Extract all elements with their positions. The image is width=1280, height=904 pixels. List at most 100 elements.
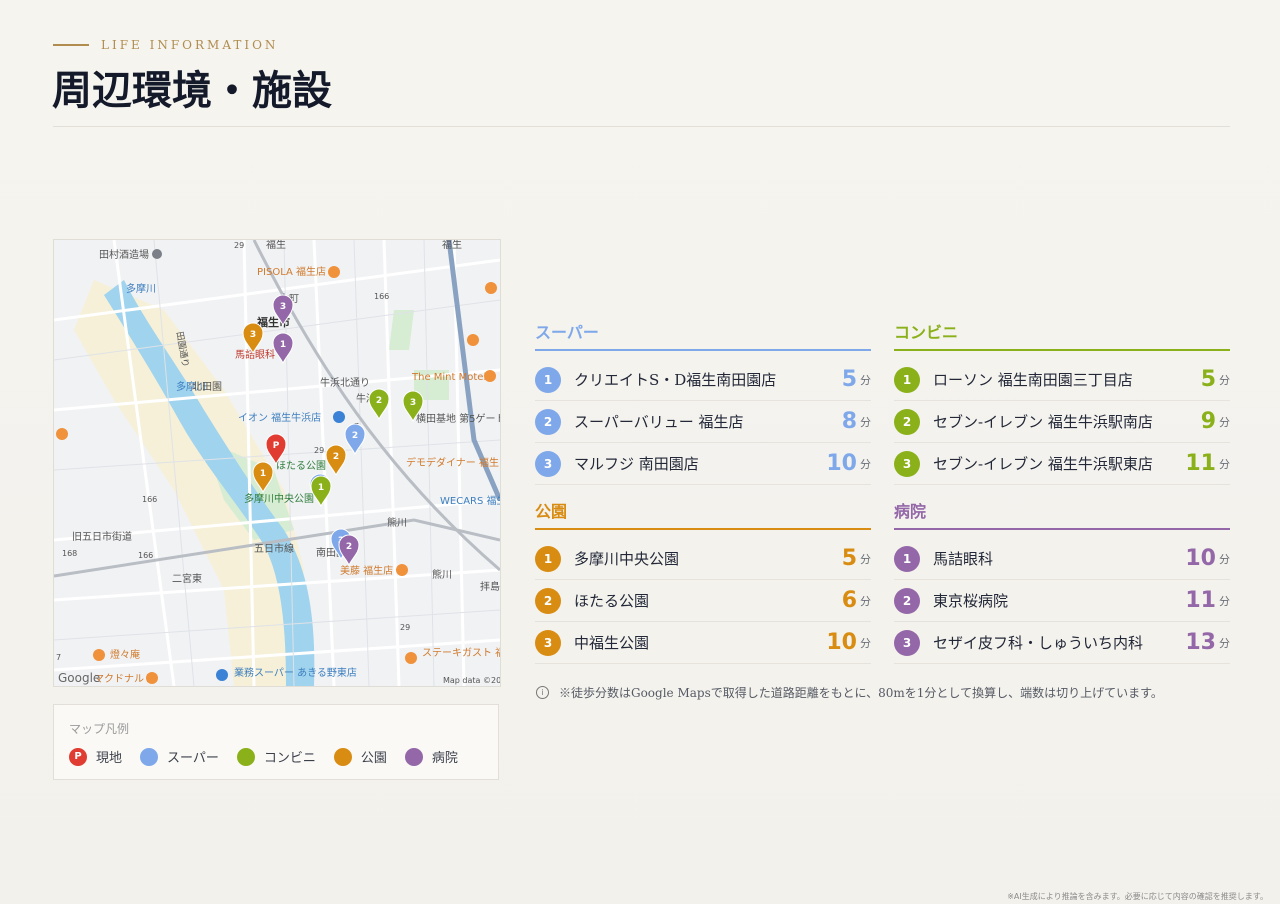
map-canvas[interactable]: 田村酒造場 福生 福生 PISOLA 福生店 本町 福生市 多摩川 多摩川 北田… [54, 240, 500, 686]
section-label-text: LIFE INFORMATION [101, 38, 279, 52]
map-label: 美藤 福生店 [340, 564, 393, 577]
walk-minutes: 11 [1185, 451, 1216, 476]
map-view[interactable]: 田村酒造場 福生 福生 PISOLA 福生店 本町 福生市 多摩川 多摩川 北田… [53, 239, 501, 687]
facility-row: 2 ほたる公園 6 分 [535, 580, 871, 622]
category-spacer [535, 351, 871, 359]
google-logo: Google [58, 671, 100, 685]
facility-name: セブン-イレブン 福生牛浜駅東店 [933, 455, 1153, 473]
map-label: ほたる公園 [276, 460, 326, 472]
map-label: 業務スーパー あきる野東店 [234, 666, 357, 679]
facility-number-badge: 1 [894, 545, 920, 572]
facility-number-badge: 1 [535, 366, 561, 393]
facility-name: 多摩川中央公園 [574, 550, 680, 568]
map-label: イオン 福生牛浜店 [238, 411, 321, 424]
facility-name: セザイ皮フ科・しゅういち内科 [933, 634, 1144, 652]
walk-minutes: 13 [1185, 630, 1216, 655]
facility-number-badge: 3 [535, 629, 561, 656]
minutes-unit: 分 [860, 457, 871, 471]
facility-row: 1 ローソン 福生南田園三丁目店 5 分 [894, 359, 1230, 401]
walk-minutes: 10 [1185, 546, 1216, 571]
map-label: The Mint Motel [411, 372, 486, 383]
facility-row: 1 クリエイトS・D福生南田園店 5 分 [535, 359, 871, 401]
facility-name: スーパーバリュー 福生店 [574, 413, 744, 431]
facility-row: 2 東京桜病院 11 分 [894, 580, 1230, 622]
hotel-icon [484, 370, 496, 382]
title-divider [53, 126, 1230, 127]
map-label: 熊川 [432, 568, 452, 581]
marker-label: 2 [352, 431, 358, 441]
marker-label: 2 [346, 542, 352, 552]
legend-title: マップ凡例 [69, 722, 130, 736]
minutes-unit: 分 [860, 552, 871, 566]
legend-dot-icon [333, 747, 352, 766]
map-label: 拝島 [480, 580, 500, 593]
info-icon: i [536, 686, 549, 699]
map-label: 五日市線 [254, 542, 294, 555]
legend-label: 公園 [360, 751, 387, 766]
legend-item-current: P 現地 [69, 747, 122, 766]
category-title: スーパー [535, 319, 871, 351]
walk-minutes: 5 [1200, 367, 1216, 392]
map-label: 多摩川 [126, 282, 156, 295]
restaurant-icon [93, 649, 105, 661]
map-label: 福生 [266, 240, 286, 251]
minutes-unit: 分 [860, 373, 871, 387]
legend-dot-icon [140, 747, 159, 766]
marker-label: 1 [260, 469, 266, 479]
minutes-unit: 分 [1219, 415, 1230, 429]
facility-number-badge: 2 [894, 587, 920, 614]
map-attribution: Map data ©2026 [443, 676, 500, 685]
restaurant-icon [485, 282, 497, 294]
facility-number-badge: 2 [535, 408, 561, 435]
note-text: ※徒歩分数はGoogle Mapsで取得した道路距離をもとに、80mを1分として… [559, 686, 1163, 700]
legend-label: 病院 [431, 751, 458, 766]
facility-row: 2 セブン-イレブン 福生牛浜駅南店 9 分 [894, 401, 1230, 443]
map-label: デモデダイナー 福生 [406, 456, 499, 469]
facility-number-badge: 3 [535, 450, 561, 477]
category-conveni: コンビニ 1 ローソン 福生南田園三丁目店 5 分 2 セブン-イレブン 福生牛浜駅南店 9 分… [894, 319, 1230, 485]
label-line [53, 44, 89, 46]
road-shield: 7 [56, 653, 61, 662]
map-legend: マップ凡例 P 現地 スーパー コンビニ 公園 病院 [53, 704, 499, 780]
legend-items: P 現地 スーパー コンビニ 公園 病院 [69, 747, 476, 766]
facility-row: 3 セザイ皮フ科・しゅういち内科 13 分 [894, 622, 1230, 664]
minutes-unit: 分 [1219, 594, 1230, 608]
walk-minutes: 6 [841, 588, 857, 613]
map-label: 熊川 [387, 516, 407, 529]
walk-minutes: 10 [826, 630, 857, 655]
marker-label: 2 [333, 452, 339, 462]
legend-item-hospital: 病院 [404, 747, 458, 766]
category-park: 公園 1 多摩川中央公園 5 分 2 ほたる公園 6 分 3 中福生公園 10 分 [535, 498, 871, 664]
map-label: PISOLA 福生店 [257, 265, 326, 278]
category-spacer [535, 530, 871, 538]
facility-name: 東京桜病院 [933, 592, 1009, 610]
facility-number-badge: 1 [894, 366, 920, 393]
category-hospital: 病院 1 馬詰眼科 10 分 2 東京桜病院 11 分 3 セザイ皮フ科・しゅういち内科 13 分 [894, 498, 1230, 664]
minutes-unit: 分 [1219, 373, 1230, 387]
facility-name: クリエイトS・D福生南田園店 [574, 371, 777, 389]
section-label: LIFE INFORMATION [53, 38, 278, 52]
minutes-unit: 分 [860, 636, 871, 650]
restaurant-icon [396, 564, 408, 576]
legend-label: コンビニ [263, 751, 316, 766]
legend-dot-icon [404, 747, 423, 766]
marker-label: 3 [410, 398, 416, 408]
shopping-icon [333, 411, 345, 423]
road-shield: 168 [62, 549, 77, 558]
map-label: 福生 [442, 240, 462, 251]
facility-row: 2 スーパーバリュー 福生店 8 分 [535, 401, 871, 443]
facility-name: 馬詰眼科 [933, 550, 994, 568]
ai-disclaimer: ※AI生成により推論を含みます。必要に応じて内容の確認を推奨します。 [1007, 892, 1268, 901]
legend-item-super: スーパー [140, 747, 219, 766]
facility-row: 1 多摩川中央公園 5 分 [535, 538, 871, 580]
marker-label: 3 [250, 330, 256, 340]
restaurant-icon [146, 672, 158, 684]
category-super: スーパー 1 クリエイトS・D福生南田園店 5 分 2 スーパーバリュー 福生店 8 分 3 マルフ… [535, 319, 871, 485]
map-label: 二宮東 [172, 572, 202, 585]
map-label: WECARS 福生 [440, 494, 500, 507]
walk-minutes: 5 [841, 546, 857, 571]
marker-label: P [273, 441, 280, 451]
restaurant-icon [56, 428, 68, 440]
marker-label: 1 [318, 483, 324, 493]
walk-minutes: 5 [841, 367, 857, 392]
